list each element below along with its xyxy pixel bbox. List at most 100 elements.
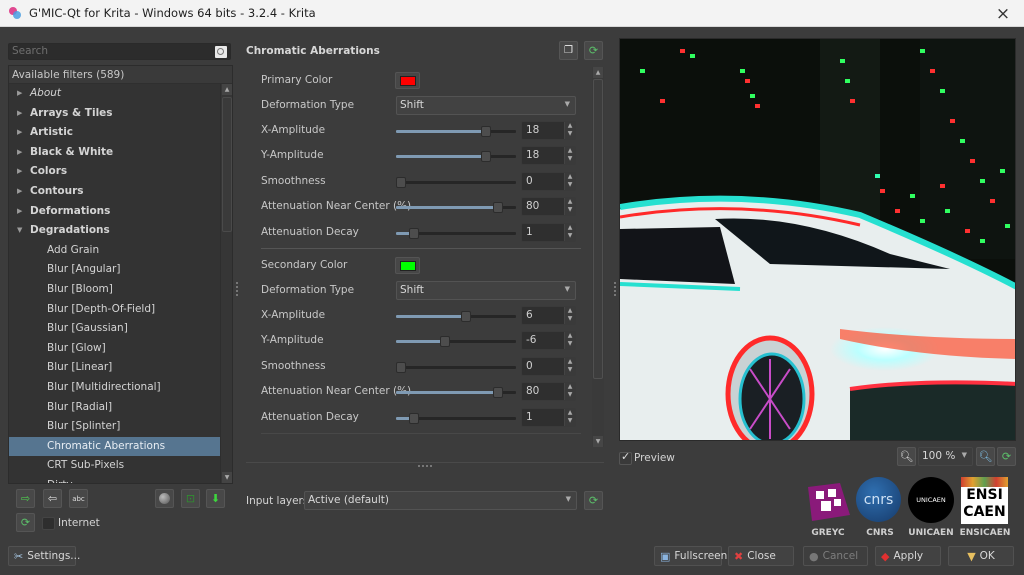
filter-category-black-white[interactable]: ▶ Black & White (9, 143, 232, 163)
filter-category-colors[interactable]: ▶ Colors (9, 162, 232, 182)
spin-arrows[interactable]: ▲ ▼ (564, 358, 575, 375)
filter-item[interactable]: Add Grain (9, 241, 232, 261)
primary-deformation-select[interactable]: Shift ▼ (396, 96, 576, 115)
spin-arrows[interactable]: ▲ ▼ (564, 224, 575, 241)
secondary-smooth-slider[interactable] (395, 362, 516, 373)
slider-handle[interactable] (409, 413, 419, 424)
filter-category-degradations[interactable]: ▼ Degradations (9, 221, 232, 241)
chevron-right-icon[interactable]: ▶ (17, 84, 22, 104)
slider-handle[interactable] (481, 126, 491, 137)
right-splitter-handle[interactable] (614, 282, 616, 296)
filter-category-arrays-tiles[interactable]: ▶ Arrays & Tiles (9, 104, 232, 124)
copy-command-button[interactable]: ❐ (559, 41, 578, 60)
filter-item[interactable]: Blur [Glow] (9, 339, 232, 359)
close-button[interactable]: ✖ Close (728, 546, 794, 566)
primary-color-button[interactable] (395, 72, 420, 89)
internet-checkbox[interactable] (42, 517, 55, 530)
chevron-right-icon[interactable]: ▶ (17, 104, 22, 124)
filter-category-artistic[interactable]: ▶ Artistic (9, 123, 232, 143)
search-icon[interactable] (215, 46, 227, 58)
spin-arrows[interactable]: ▲ ▼ (564, 122, 575, 139)
left-splitter-handle[interactable] (236, 282, 238, 296)
scroll-up-arrow[interactable]: ▲ (222, 84, 232, 95)
spin-arrows[interactable]: ▲ ▼ (564, 307, 575, 324)
primary-x-amp-slider[interactable] (396, 126, 516, 137)
spin-arrows[interactable]: ▲ ▼ (564, 332, 575, 349)
fullscreen-button[interactable]: ▣ Fullscreen (654, 546, 727, 566)
slider-handle[interactable] (395, 177, 406, 188)
filter-tree-scrollbar[interactable]: ▲ ▼ (220, 84, 232, 483)
selection-mode-button[interactable]: ⊡ (181, 489, 200, 508)
scroll-down-arrow[interactable]: ▼ (593, 436, 603, 447)
spin-arrows[interactable]: ▲ ▼ (564, 383, 575, 400)
slider-handle[interactable] (481, 151, 491, 162)
secondary-color-button[interactable] (395, 257, 420, 274)
zoom-reset-button[interactable]: 🔍︎ (976, 447, 995, 466)
secondary-y-amp-slider[interactable] (396, 336, 516, 347)
rename-favorite-button[interactable]: abc (69, 489, 88, 508)
preview-image[interactable] (619, 38, 1016, 441)
chevron-right-icon[interactable]: ▶ (17, 143, 22, 163)
primary-y-amp-slider[interactable] (396, 151, 516, 162)
filter-item[interactable]: Dirty (9, 476, 232, 483)
filter-search-input[interactable]: Search (8, 43, 231, 60)
spin-arrows[interactable]: ▲ ▼ (564, 409, 575, 426)
filter-category-deformations[interactable]: ▶ Deformations (9, 202, 232, 222)
refresh-input-button[interactable]: ⟳ (584, 491, 603, 510)
secondary-atten-decay-spinbox[interactable]: 1 ▲ ▼ (521, 408, 576, 427)
filter-item[interactable]: Blur [Bloom] (9, 280, 232, 300)
refresh-filters-button[interactable]: ⟳ (16, 513, 35, 532)
filter-item[interactable]: Blur [Depth-Of-Field] (9, 300, 232, 320)
expand-collapse-button[interactable]: ⬇ (206, 489, 225, 508)
preview-checkbox[interactable]: ✓ (619, 450, 632, 465)
secondary-atten-center-slider[interactable] (396, 387, 516, 398)
filter-item[interactable]: Blur [Multidirectional] (9, 378, 232, 398)
primary-atten-decay-slider[interactable] (396, 228, 516, 239)
primary-atten-center-slider[interactable] (396, 202, 516, 213)
scroll-thumb[interactable] (222, 97, 232, 232)
input-layers-select[interactable]: Active (default) ▼ (304, 491, 577, 510)
window-close-button[interactable]: × (992, 3, 1014, 25)
secondary-deformation-select[interactable]: Shift ▼ (396, 281, 576, 300)
filter-item[interactable]: Chromatic Aberrations (9, 436, 221, 457)
slider-handle[interactable] (409, 228, 419, 239)
secondary-y-amp-spinbox[interactable]: -6 ▲ ▼ (521, 331, 576, 350)
slider-handle[interactable] (460, 311, 471, 322)
primary-atten-center-spinbox[interactable]: 80 ▲ ▼ (521, 197, 576, 216)
secondary-atten-decay-slider[interactable] (396, 413, 516, 424)
primary-atten-decay-spinbox[interactable]: 1 ▲ ▼ (521, 223, 576, 242)
zoom-out-button[interactable]: 🔍︎ (897, 447, 916, 466)
parameters-scrollbar[interactable]: ▲ ▼ (592, 67, 604, 447)
secondary-atten-center-spinbox[interactable]: 80 ▲ ▼ (521, 382, 576, 401)
spin-arrows[interactable]: ▲ ▼ (564, 198, 575, 215)
chevron-right-icon[interactable]: ▶ (17, 123, 22, 143)
toggle-visibility-button[interactable] (155, 489, 174, 508)
ok-button[interactable]: ▼ OK (948, 546, 1014, 566)
primary-smooth-slider[interactable] (395, 177, 516, 188)
filter-item[interactable]: Blur [Gaussian] (9, 319, 232, 339)
scroll-down-arrow[interactable]: ▼ (222, 472, 232, 483)
filter-category-contours[interactable]: ▶ Contours (9, 182, 232, 202)
filter-item[interactable]: Blur [Linear] (9, 358, 232, 378)
chevron-right-icon[interactable]: ▶ (17, 162, 22, 182)
slider-handle[interactable] (440, 336, 451, 347)
add-favorite-button[interactable]: ⇨ (16, 489, 35, 508)
zoom-select[interactable]: 100 % ▼ (918, 447, 973, 466)
primary-y-amp-spinbox[interactable]: 18 ▲ ▼ (521, 146, 576, 165)
filter-item[interactable]: Blur [Splinter] (9, 417, 232, 437)
filter-item[interactable]: Blur [Radial] (9, 398, 232, 418)
chevron-down-icon[interactable]: ▼ (17, 221, 22, 241)
settings-button[interactable]: ✂ Settings... (8, 546, 80, 566)
slider-handle[interactable] (493, 387, 503, 398)
primary-smooth-spinbox[interactable]: 0 ▲ ▼ (521, 172, 576, 191)
scroll-thumb[interactable] (593, 79, 603, 379)
apply-button[interactable]: ◆ Apply (875, 546, 941, 566)
filter-item[interactable]: CRT Sub-Pixels (9, 456, 232, 476)
chevron-right-icon[interactable]: ▶ (17, 202, 22, 222)
cancel-button[interactable]: ● Cancel (803, 546, 868, 566)
refresh-preview-button[interactable]: ⟳ (997, 447, 1016, 466)
chevron-right-icon[interactable]: ▶ (17, 182, 22, 202)
secondary-x-amp-spinbox[interactable]: 6 ▲ ▼ (521, 306, 576, 325)
slider-handle[interactable] (493, 202, 503, 213)
spin-arrows[interactable]: ▲ ▼ (564, 147, 575, 164)
